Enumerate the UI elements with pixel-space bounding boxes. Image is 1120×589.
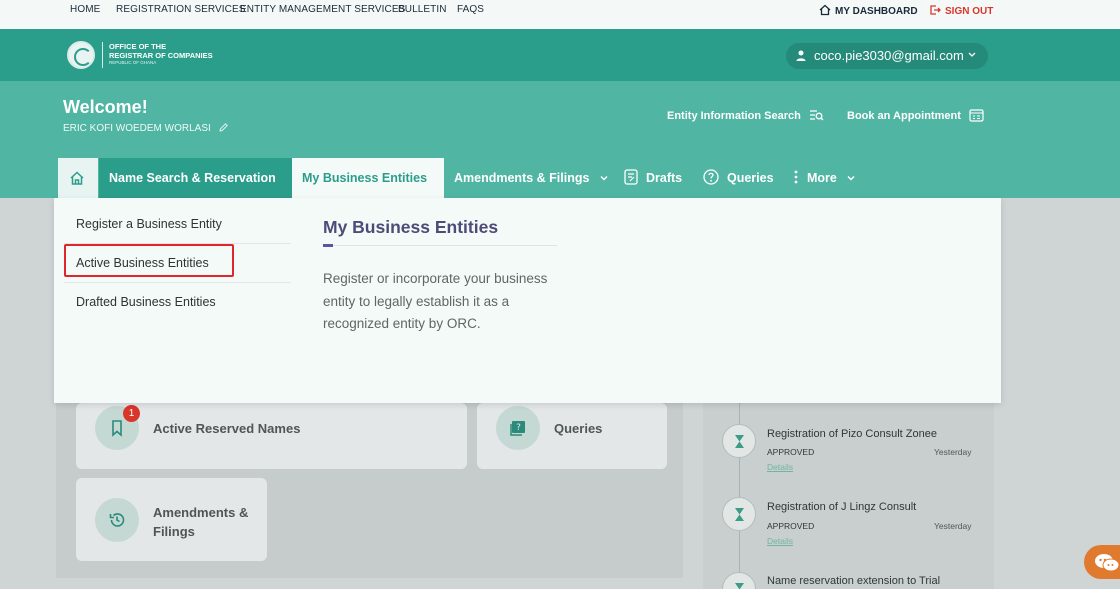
question-circle-icon [703, 169, 719, 185]
nav-queries[interactable]: Queries [703, 158, 774, 198]
svg-text:?: ? [516, 423, 521, 433]
dropdown-divider [64, 282, 291, 283]
org-name-line2: REGISTRAR OF COMPANIES [109, 51, 213, 60]
my-dashboard-label: MY DASHBOARD [835, 6, 918, 17]
nav-drafts-label: Drafts [646, 171, 683, 185]
org-country: REPUBLIC OF GHANA [109, 60, 157, 65]
chevron-down-icon [847, 176, 855, 181]
org-name-line1: OFFICE OF THE [109, 42, 167, 51]
timeline-item-status: APPROVED [767, 447, 815, 457]
queries-card[interactable]: ? Queries [477, 403, 667, 469]
nav-queries-label: Queries [727, 171, 774, 185]
sign-out-label: SIGN OUT [945, 6, 994, 17]
timeline-details-link[interactable]: Details [767, 536, 793, 546]
nav-amendments-label: Amendments & Filings [454, 171, 590, 185]
timeline-item-title: Name reservation extension to Trial [767, 575, 941, 587]
dropdown-section-title: My Business Entities [323, 217, 499, 237]
notification-badge: 1 [123, 405, 140, 422]
user-email: coco.pie3030@gmail.com [814, 48, 964, 63]
annotation-highlight-box [64, 244, 234, 277]
nav-drafts[interactable]: Drafts [624, 158, 682, 198]
top-link-bulletin[interactable]: BULLETIN [398, 4, 447, 15]
bookmark-icon [112, 420, 122, 437]
drafts-icon [624, 169, 638, 185]
chevron-down-icon [968, 52, 976, 57]
home-icon [70, 171, 84, 185]
chat-widget-button[interactable] [1084, 545, 1120, 579]
chat-bubbles-icon [1095, 554, 1120, 572]
timeline-icon [722, 424, 756, 458]
nav-more-label: More [807, 171, 837, 185]
help-book-icon: ? [510, 421, 525, 436]
org-name: OFFICE OF THE REGISTRAR OF COMPANIES [109, 42, 213, 60]
timeline-item-title: Registration of Pizo Consult Zonee [767, 428, 937, 440]
hourglass-icon [735, 435, 744, 448]
active-reserved-names-label: Active Reserved Names [153, 421, 301, 436]
site-header: OFFICE OF THE REGISTRAR OF COMPANIES REP… [0, 29, 1120, 81]
home-icon [819, 4, 831, 16]
orc-logo-icon [67, 41, 95, 69]
welcome-banner: Welcome! ERIC KOFI WOEDEM WORLASI Entity… [0, 81, 1120, 158]
queries-icon-circle: ? [496, 406, 540, 450]
user-full-name: ERIC KOFI WOEDEM WORLASI [63, 122, 229, 134]
nav-my-business-label: My Business Entities [302, 171, 428, 185]
book-appointment-label: Book an Appointment [847, 110, 961, 122]
amendments-filings-label: Amendments & Filings [153, 503, 248, 541]
chevron-down-icon [600, 176, 608, 181]
top-link-registration-services[interactable]: REGISTRATION SERVICES [116, 4, 246, 15]
timeline-item-status: APPROVED [767, 521, 815, 531]
nav-name-search-label: Name Search & Reservation [109, 171, 276, 185]
dropdown-title-accent [323, 244, 333, 247]
history-icon [109, 513, 125, 527]
nav-more[interactable]: More [793, 158, 856, 198]
dropdown-item-register-business-entity[interactable]: Register a Business Entity [76, 217, 222, 231]
my-business-entities-dropdown: Register a Business Entity Active Busine… [54, 198, 1001, 403]
search-list-icon [809, 110, 824, 121]
edit-pencil-icon[interactable] [218, 122, 229, 133]
nav-my-business-entities[interactable]: My Business Entities [292, 158, 444, 221]
welcome-title: Welcome! [63, 97, 148, 117]
dropdown-description: Register or incorporate your business en… [323, 271, 548, 331]
nav-amendments-filings[interactable]: Amendments & Filings [454, 158, 609, 198]
more-vertical-icon [794, 170, 798, 184]
main-navigation: Name Search & Reservation My Business En… [0, 158, 1120, 221]
timeline-details-link[interactable]: Details [767, 462, 793, 472]
entity-information-search-button[interactable]: Entity Information Search [667, 108, 824, 122]
logo-divider [102, 42, 103, 68]
top-utility-bar: HOME REGISTRATION SERVICES ENTITY MANAGE… [0, 0, 1120, 29]
timeline-item-time: Yesterday [934, 447, 972, 457]
user-icon [796, 50, 806, 61]
sign-out-icon [930, 5, 941, 15]
queries-card-label: Queries [554, 421, 603, 436]
dropdown-title-underline [323, 245, 557, 246]
timeline-item-title: Registration of J Lingz Consult [767, 501, 917, 513]
my-dashboard-link[interactable]: MY DASHBOARD [819, 4, 918, 17]
user-full-name-text: ERIC KOFI WOEDEM WORLASI [63, 123, 211, 134]
top-link-entity-management-services[interactable]: ENTITY MANAGEMENT SERVICES [240, 4, 405, 15]
top-link-home[interactable]: HOME [70, 4, 100, 15]
timeline-icon [722, 497, 756, 531]
amendments-filings-card[interactable]: Amendments & Filings [76, 478, 267, 561]
book-appointment-button[interactable]: Book an Appointment [847, 108, 984, 122]
nav-home[interactable] [58, 158, 98, 198]
amendments-label-line1: Amendments & [153, 505, 249, 520]
sign-out-link[interactable]: SIGN OUT [929, 4, 993, 17]
dropdown-item-drafted-business-entities[interactable]: Drafted Business Entities [76, 295, 216, 309]
user-account-menu[interactable]: coco.pie3030@gmail.com [786, 43, 988, 69]
timeline-item-time: Yesterday [934, 521, 972, 531]
entity-information-search-label: Entity Information Search [667, 110, 801, 122]
hourglass-icon [735, 508, 744, 521]
calendar-icon [969, 109, 984, 122]
top-link-faqs[interactable]: FAQS [457, 4, 484, 15]
hourglass-icon [735, 583, 744, 589]
history-icon-circle [95, 498, 139, 542]
nav-name-search-reservation[interactable]: Name Search & Reservation [99, 158, 292, 221]
amendments-label-line2: Filings [153, 524, 195, 539]
